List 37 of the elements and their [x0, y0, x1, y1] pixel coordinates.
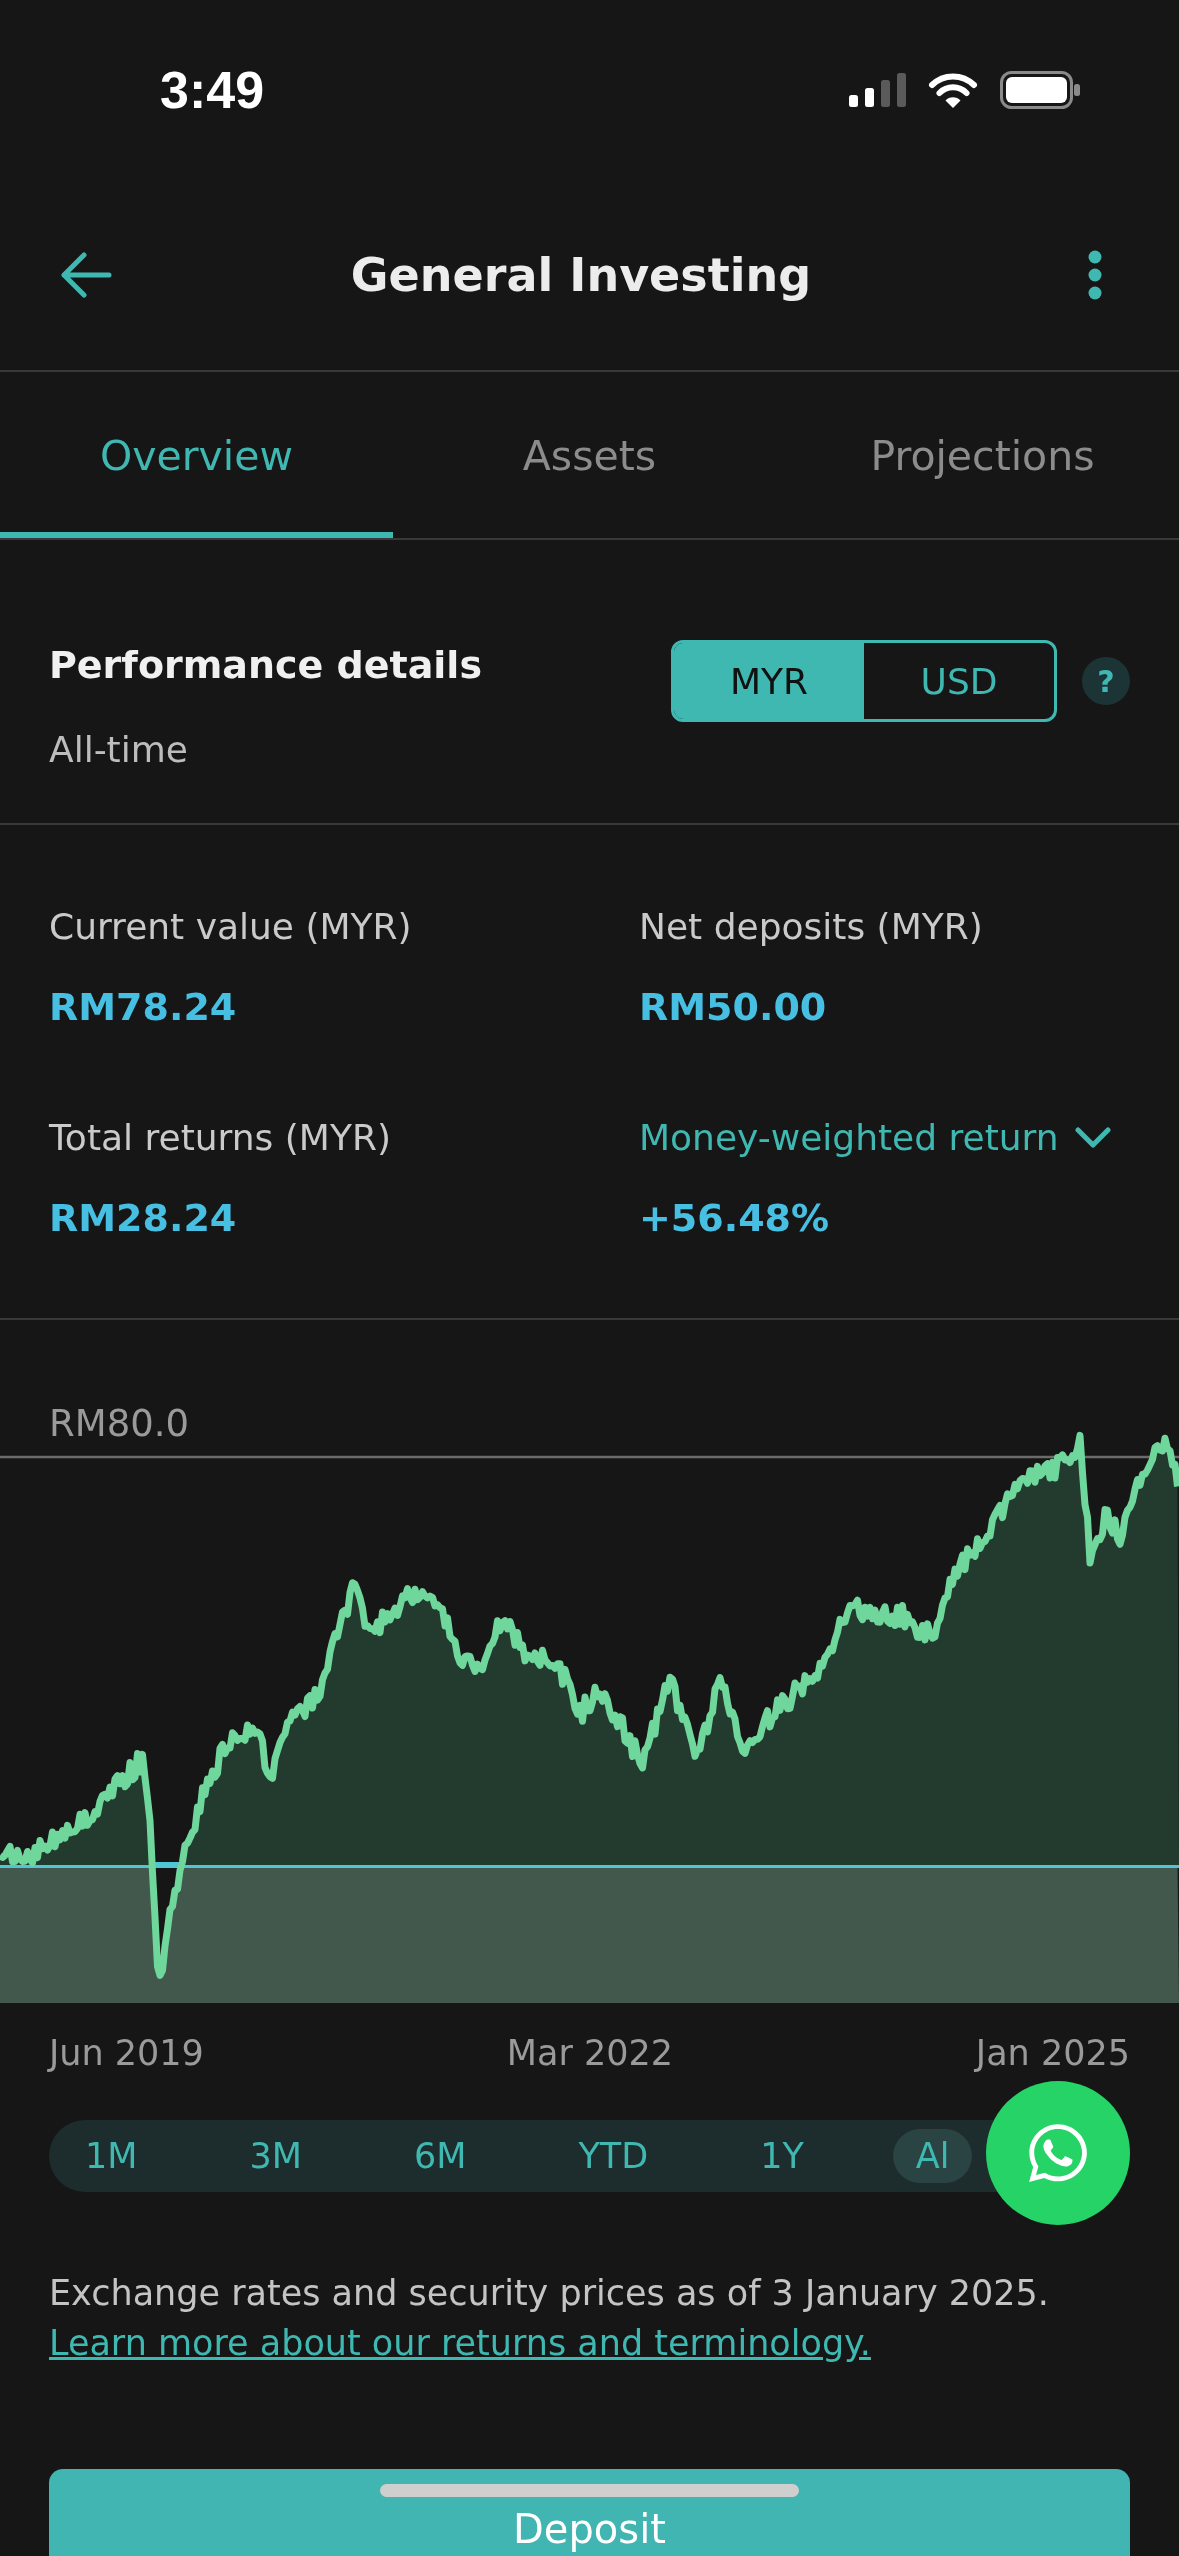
stat-value: RM50.00	[639, 984, 827, 1031]
currency-option[interactable]: MYR	[674, 643, 864, 719]
signal-icon	[849, 73, 906, 107]
x-axis-label: Mar 2022	[506, 2032, 673, 2075]
price-date-note: Exchange rates and security prices as of 3 January 2025.	[49, 2272, 1050, 2315]
terminology-link[interactable]: Learn more about our returns and terminology.	[49, 2318, 871, 2368]
stat-value: RM28.24	[49, 1195, 237, 1242]
tab[interactable]: Projections	[786, 372, 1179, 538]
battery-icon	[1000, 71, 1080, 109]
x-axis-label: Jan 2025	[975, 2032, 1130, 2075]
range-option[interactable]: 1M	[62, 2129, 161, 2183]
period-label: All-time	[49, 728, 189, 772]
stat-label: Total returns (MYR)	[49, 1116, 391, 1160]
page-title: General Investing	[350, 248, 812, 302]
stat-value: RM78.24	[49, 984, 237, 1031]
range-option[interactable]: Al	[892, 2129, 973, 2183]
x-axis-label: Jun 2019	[49, 2032, 204, 2075]
stat-label: Current value (MYR)	[49, 905, 412, 949]
status-time: 3:49	[160, 60, 265, 120]
axis-label: RM80.0	[49, 1402, 189, 1445]
help-button[interactable]: ?	[1082, 657, 1130, 705]
currency-option[interactable]: USD	[864, 643, 1054, 719]
back-button[interactable]	[60, 252, 112, 298]
return-type-dropdown[interactable]: Money-weighted return	[639, 1116, 1111, 1160]
range-option[interactable]: 1Y	[737, 2129, 827, 2183]
range-option[interactable]: 6M	[390, 2129, 490, 2183]
tab[interactable]: Assets	[393, 372, 786, 538]
range-option[interactable]: 3M	[226, 2129, 325, 2183]
stat-label: Net deposits (MYR)	[639, 905, 983, 949]
section-title: Performance details	[49, 642, 482, 689]
range-option[interactable]: YTD	[555, 2129, 672, 2183]
chevron-down-icon	[1074, 1127, 1111, 1149]
wifi-icon	[928, 72, 978, 108]
more-button[interactable]	[1088, 250, 1102, 300]
arrow-left-icon	[60, 252, 112, 298]
stat-value: +56.48%	[639, 1195, 830, 1242]
more-icon	[1088, 250, 1102, 300]
